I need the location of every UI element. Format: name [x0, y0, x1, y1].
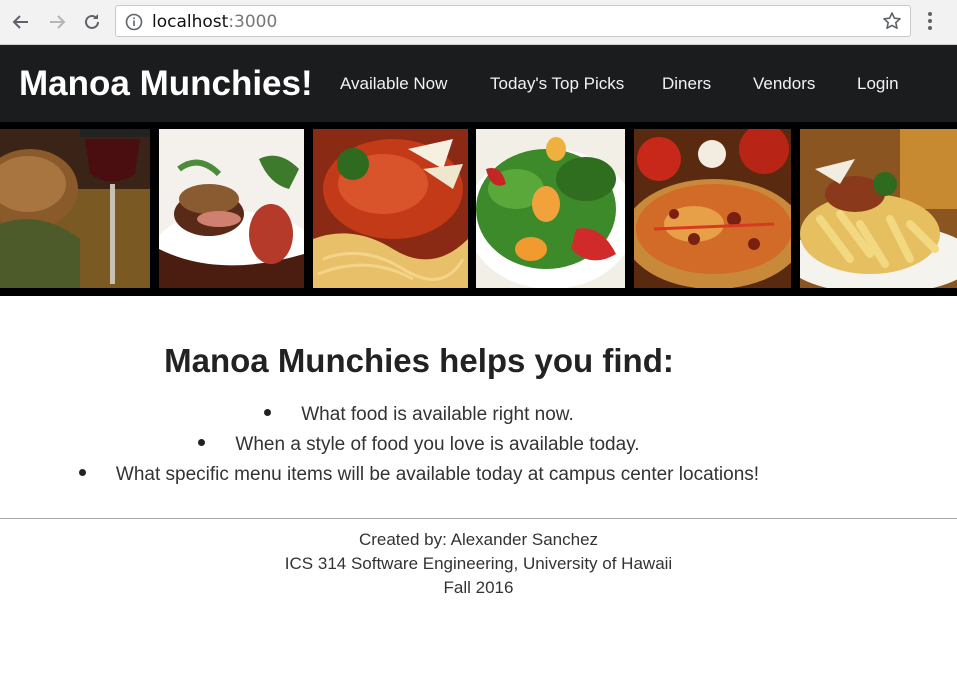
footer-credit: Created by: Alexander Sanchez [358, 530, 599, 549]
list-item: What specific menu items will be availab… [0, 464, 838, 486]
brand-logo[interactable]: Manoa Munchies! [19, 64, 313, 104]
spaghetti-photo [313, 129, 468, 288]
url-host: localhost [152, 12, 229, 32]
bullet-icon [78, 469, 86, 477]
bullet-icon [264, 409, 272, 417]
pasta-photo [800, 129, 957, 288]
info-icon[interactable] [125, 13, 143, 36]
nav-item-login[interactable]: Login [857, 74, 899, 94]
bullet-icon [198, 439, 206, 447]
footer-term: Fall 2016 [443, 578, 514, 597]
page-headline: Manoa Munchies helps you find: [164, 342, 674, 379]
bullet-text: When a style of food you love is availab… [235, 434, 640, 455]
food-banner [0, 122, 957, 296]
menu-dots-icon[interactable] [926, 11, 934, 36]
nav-item-vendors[interactable]: Vendors [753, 74, 815, 94]
address-bar[interactable]: localhost:3000 [115, 5, 911, 37]
bullet-text: What specific menu items will be availab… [115, 464, 760, 485]
footer-divider [0, 518, 957, 519]
bread-and-wine-photo [0, 129, 150, 288]
nav-item-top-picks[interactable]: Today's Top Picks [490, 74, 624, 94]
list-item: When a style of food you love is availab… [0, 434, 838, 456]
bullet-text: What food is available right now. [301, 404, 574, 425]
nav-item-available-now[interactable]: Available Now [340, 74, 447, 94]
browser-toolbar: localhost:3000 [0, 0, 957, 45]
reload-icon[interactable] [80, 10, 104, 34]
steak-plate-photo [159, 129, 304, 288]
site-navbar: Manoa Munchies! Available Now Today's To… [0, 45, 957, 122]
forward-arrow-icon[interactable] [45, 10, 69, 34]
nav-item-diners[interactable]: Diners [662, 74, 711, 94]
footer-course: ICS 314 Software Engineering, University… [284, 554, 673, 573]
bookmark-star-icon[interactable] [882, 11, 902, 36]
back-arrow-icon[interactable] [9, 10, 33, 34]
url-port: :3000 [228, 12, 278, 32]
list-item: What food is available right now. [0, 404, 838, 426]
url-text: localhost:3000 [152, 12, 277, 32]
salad-photo [476, 129, 625, 288]
pizza-photo [634, 129, 791, 288]
